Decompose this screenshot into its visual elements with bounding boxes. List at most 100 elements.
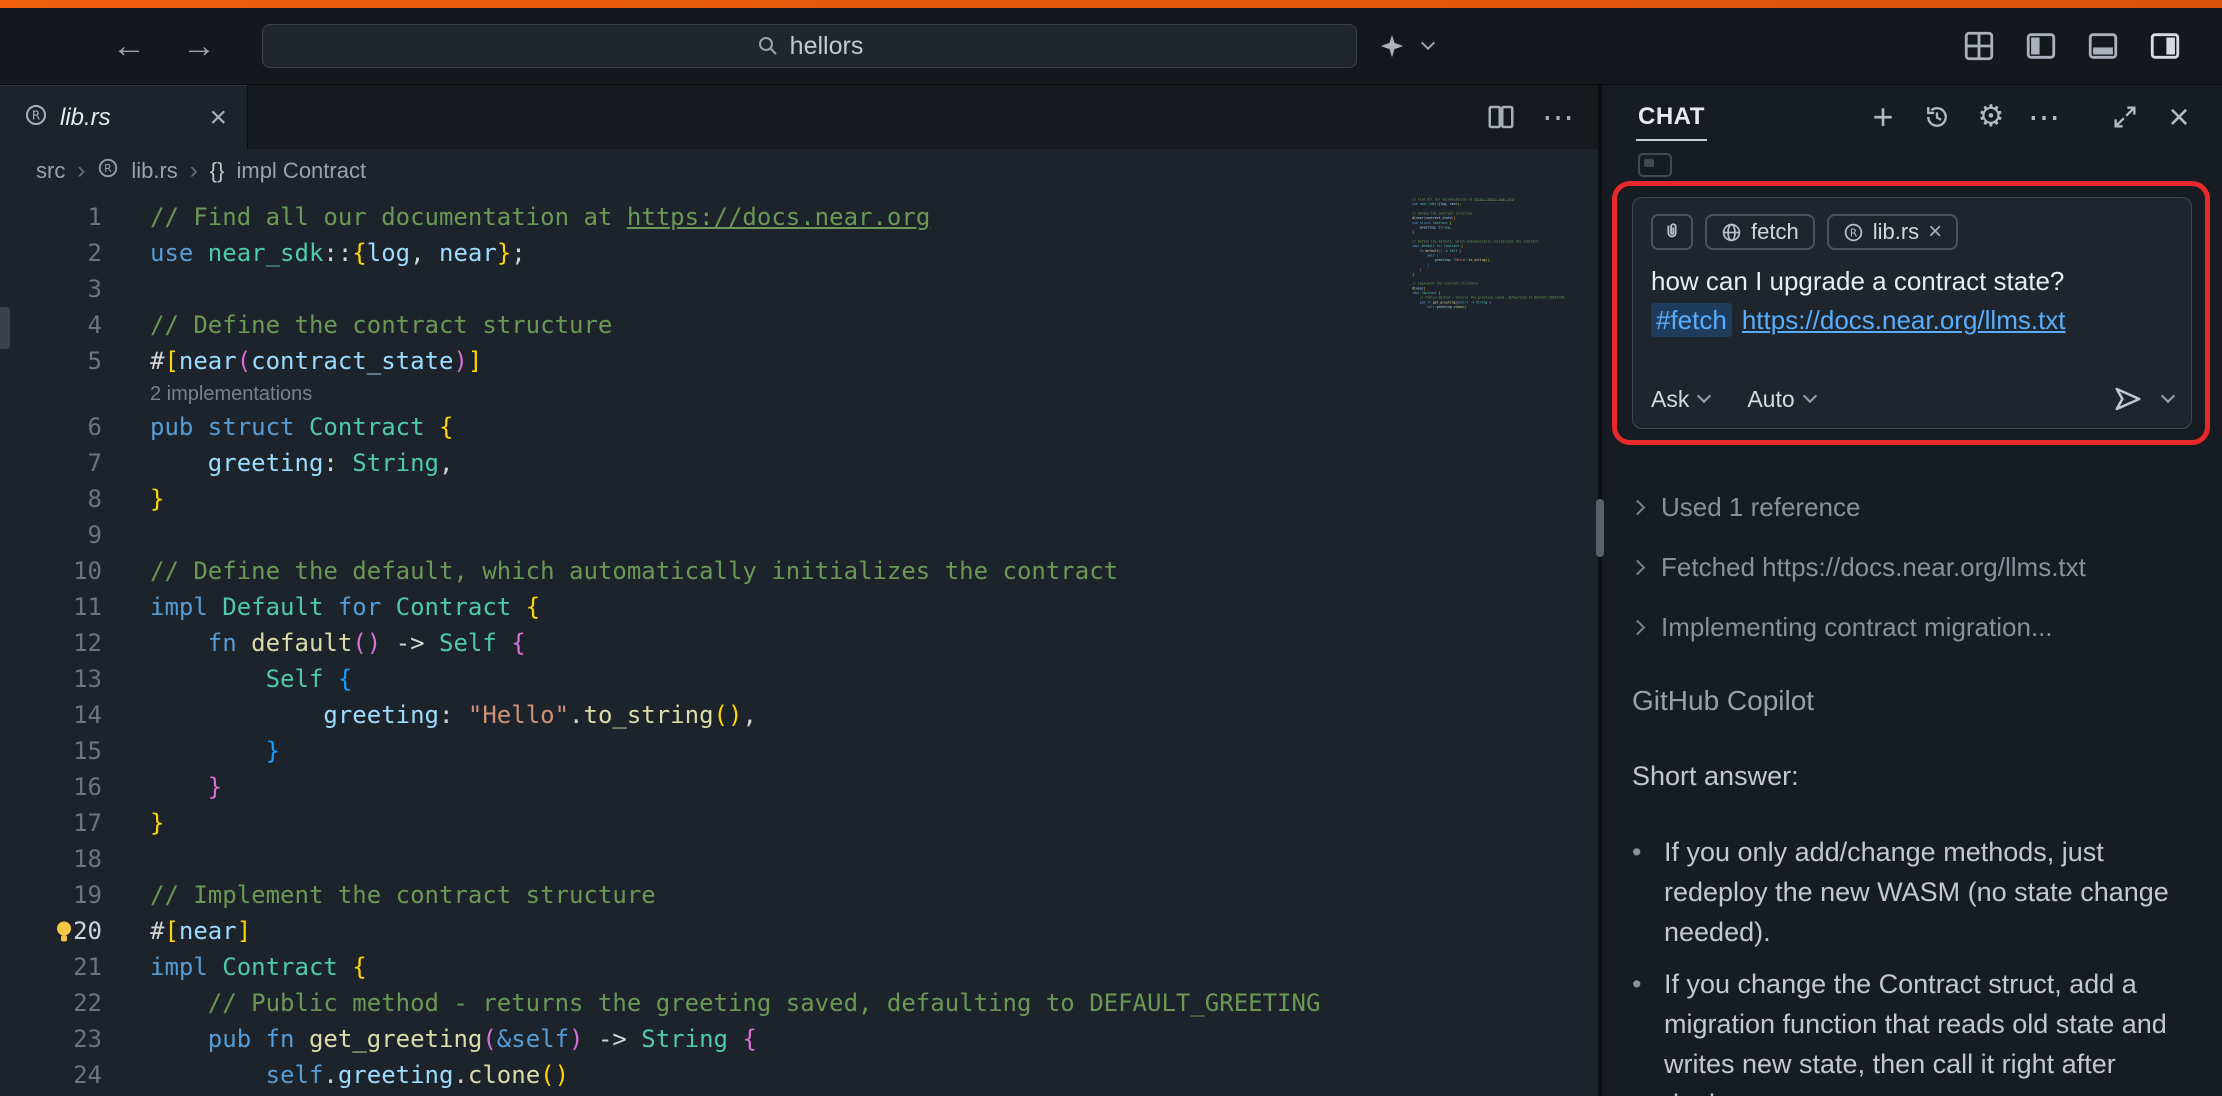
line-number[interactable]: 15: [0, 737, 102, 765]
line-number[interactable]: 6: [0, 413, 102, 441]
chat-input-text[interactable]: how can I upgrade a contract state?: [1651, 266, 2173, 297]
code-line[interactable]: 12 fn default() -> Self {: [0, 625, 1598, 661]
forward-arrow-icon[interactable]: →: [182, 29, 216, 63]
code-text: }: [150, 809, 164, 837]
code-line[interactable]: 20#[near]: [0, 913, 1598, 949]
command-center-search[interactable]: hellors: [262, 24, 1357, 68]
fetch-url-link[interactable]: https://docs.near.org/llms.txt: [1742, 305, 2066, 335]
fetch-tag[interactable]: #fetch: [1651, 303, 1732, 337]
code-text: }: [150, 773, 222, 801]
code-line[interactable]: 5#[near(contract_state)]: [0, 343, 1598, 379]
chevron-down-icon: [1803, 389, 1817, 403]
chat-more-actions-icon[interactable]: ⋯: [2030, 101, 2060, 133]
editor-more-actions-icon[interactable]: ⋯: [1542, 98, 1576, 136]
code-line[interactable]: 10// Define the default, which automatic…: [0, 553, 1598, 589]
code-line[interactable]: 18: [0, 841, 1598, 877]
line-number[interactable]: 22: [0, 989, 102, 1017]
line-number[interactable]: 3: [0, 275, 102, 303]
code-text: pub struct Contract {: [1412, 221, 1451, 225]
model-dropdown[interactable]: Auto: [1747, 386, 1814, 413]
maximize-panel-icon[interactable]: [2110, 103, 2140, 131]
code-line[interactable]: 2use near_sdk::{log, near};: [0, 235, 1598, 271]
line-number[interactable]: 17: [0, 809, 102, 837]
breadcrumb-file[interactable]: lib.rs: [131, 158, 177, 184]
chat-history-icon[interactable]: [1922, 103, 1952, 131]
new-chat-icon[interactable]: +: [1868, 99, 1898, 135]
code-editor[interactable]: 1// Find all our documentation at https:…: [0, 193, 1598, 1096]
line-number[interactable]: 18: [0, 845, 102, 873]
copilot-menu-button[interactable]: [1377, 31, 1433, 61]
code-line[interactable]: 23 pub fn get_greeting(&self) -> String …: [0, 1021, 1598, 1057]
toggle-panel-bottom-icon[interactable]: [2086, 29, 2120, 63]
breadcrumb-symbol[interactable]: impl Contract: [236, 158, 366, 184]
line-number[interactable]: 12: [0, 629, 102, 657]
code-line[interactable]: 7 greeting: String,: [0, 445, 1598, 481]
breadcrumb-folder[interactable]: src: [36, 158, 65, 184]
tab-lib-rs[interactable]: R lib.rs ×: [0, 85, 248, 149]
line-number[interactable]: 23: [0, 1025, 102, 1053]
collapsed-reference-row[interactable]: Used 1 reference: [1632, 477, 2192, 537]
line-number[interactable]: 10: [0, 557, 102, 585]
line-number[interactable]: 21: [0, 953, 102, 981]
line-number[interactable]: 4: [0, 311, 102, 339]
chat-input-tag-line[interactable]: #fetch https://docs.near.org/llms.txt: [1651, 305, 2173, 336]
line-number[interactable]: 19: [0, 881, 102, 909]
attach-context-button[interactable]: [1651, 214, 1693, 250]
close-panel-icon[interactable]: ×: [2164, 99, 2194, 135]
line-number[interactable]: 24: [0, 1061, 102, 1089]
globe-icon: [1721, 222, 1742, 243]
mode-dropdown[interactable]: Ask: [1651, 386, 1709, 413]
minimap[interactable]: 1// Find all our documentation at https:…: [1400, 193, 1582, 1096]
split-editor-icon[interactable]: [1486, 102, 1516, 132]
code-text: Self {: [1412, 254, 1438, 258]
code-lens[interactable]: 2 implementations: [0, 379, 1598, 409]
line-number[interactable]: 1: [0, 203, 102, 231]
collapsed-reference-row[interactable]: Implementing contract migration...: [1632, 597, 2192, 657]
send-button[interactable]: [2113, 384, 2173, 414]
back-arrow-icon[interactable]: ←: [112, 29, 146, 63]
collapsed-reference-row[interactable]: Fetched https://docs.near.org/llms.txt: [1632, 537, 2192, 597]
rust-icon: R: [24, 103, 48, 132]
line-number[interactable]: 16: [0, 773, 102, 801]
line-number[interactable]: 14: [0, 701, 102, 729]
settings-gear-icon[interactable]: ⚙: [1976, 102, 2006, 132]
code-line[interactable]: 14 greeting: "Hello".to_string(),: [0, 697, 1598, 733]
code-line[interactable]: 4// Define the contract structure: [0, 307, 1598, 343]
chat-input-box[interactable]: fetch Rlib.rs× how can I upgrade a contra…: [1632, 197, 2192, 429]
code-line[interactable]: 24 self.greeting.clone(): [1406, 305, 1582, 310]
toggle-sidebar-right-icon[interactable]: [2148, 29, 2182, 63]
code-line[interactable]: 22 // Public method - returns the greeti…: [0, 985, 1598, 1021]
line-number[interactable]: 7: [0, 449, 102, 477]
breadcrumb-separator: ›: [77, 157, 85, 185]
code-line[interactable]: 11impl Default for Contract {: [0, 589, 1598, 625]
code-line[interactable]: 8}: [0, 481, 1598, 517]
lightbulb-icon[interactable]: [50, 918, 78, 946]
code-line[interactable]: 21impl Contract {: [0, 949, 1598, 985]
code-line[interactable]: 15 }: [0, 733, 1598, 769]
line-number[interactable]: 13: [0, 665, 102, 693]
tab-close-icon[interactable]: ×: [209, 103, 227, 133]
context-chip-fetch[interactable]: fetch: [1705, 214, 1815, 250]
context-chip-lib-rs[interactable]: Rlib.rs×: [1827, 214, 1958, 250]
chat-tab-title[interactable]: CHAT: [1636, 87, 1707, 147]
line-number[interactable]: 5: [0, 347, 102, 375]
customize-layout-icon[interactable]: [1962, 29, 1996, 63]
code-line[interactable]: 16 }: [0, 769, 1598, 805]
line-number[interactable]: 11: [0, 593, 102, 621]
code-line[interactable]: 9: [0, 517, 1598, 553]
line-number[interactable]: 2: [0, 239, 102, 267]
code-text: // Define the contract structure: [1412, 212, 1472, 216]
code-line[interactable]: 24 self.greeting.clone(): [0, 1057, 1598, 1093]
sash-drag-handle[interactable]: [1596, 499, 1604, 557]
code-line[interactable]: 6pub struct Contract {: [0, 409, 1598, 445]
search-input[interactable]: hellors: [790, 32, 864, 61]
code-line[interactable]: 17}: [0, 805, 1598, 841]
code-line[interactable]: 13 Self {: [0, 661, 1598, 697]
line-number[interactable]: 8: [0, 485, 102, 513]
toggle-sidebar-left-icon[interactable]: [2024, 29, 2058, 63]
chip-close-icon[interactable]: ×: [1928, 220, 1942, 244]
line-number[interactable]: 9: [0, 521, 102, 549]
code-line[interactable]: 1// Find all our documentation at https:…: [0, 199, 1598, 235]
code-line[interactable]: 3: [0, 271, 1598, 307]
code-line[interactable]: 19// Implement the contract structure: [0, 877, 1598, 913]
